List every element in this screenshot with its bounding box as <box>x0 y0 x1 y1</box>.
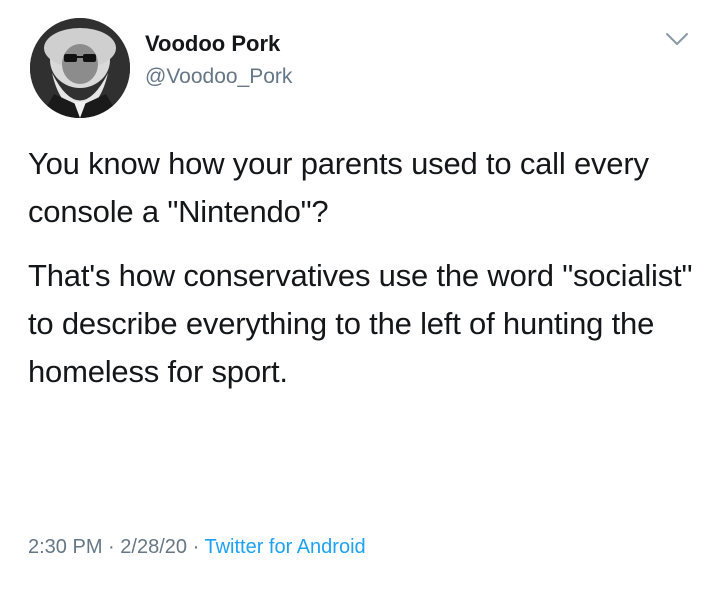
user-handle[interactable]: @Voodoo_Pork <box>145 63 292 91</box>
display-name[interactable]: Voodoo Pork <box>145 30 280 58</box>
tweet-text: You know how your parents used to call e… <box>28 140 698 396</box>
avatar-portrait-icon <box>30 18 130 118</box>
tweet-source-link[interactable]: Twitter for Android <box>204 536 365 558</box>
avatar[interactable] <box>30 18 130 118</box>
tweet-date[interactable]: 2/28/20 <box>120 536 187 558</box>
meta-separator: · <box>108 536 115 558</box>
tweet-time[interactable]: 2:30 PM <box>28 536 102 558</box>
chevron-down-icon[interactable] <box>664 30 690 48</box>
tweet-paragraph: That's how conservatives use the word "s… <box>28 258 693 389</box>
tweet-paragraph: You know how your parents used to call e… <box>28 146 649 229</box>
tweet-meta: 2:30 PM · 2/28/20 · Twitter for Android <box>28 533 366 561</box>
meta-separator: · <box>192 536 200 558</box>
tweet-card: Voodoo Pork @Voodoo_Pork You know how yo… <box>0 0 720 589</box>
